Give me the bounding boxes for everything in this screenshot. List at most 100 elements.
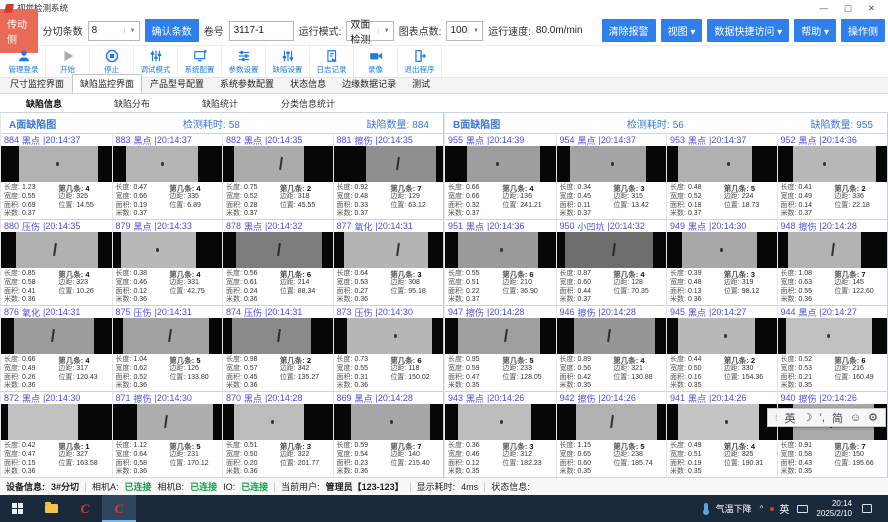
- operator-side-button[interactable]: 操作侧: [841, 19, 885, 42]
- defect-cell[interactable]: 882 黑点 |20:14:35 长度:0.75 宽度:0.52 面积:0.28…: [222, 133, 333, 219]
- defect-thumbnail[interactable]: [1, 318, 112, 354]
- defect-cell[interactable]: 947 擦伤 |20:14:28 长度:0.95 宽度:0.59 面积:0.47…: [445, 305, 556, 391]
- defect-thumbnail[interactable]: [334, 232, 444, 268]
- defect-cell[interactable]: 952 黑点 |20:14:36 长度:0.41 宽度:0.49 面积:0.14…: [777, 133, 888, 219]
- defect-cell[interactable]: 879 黑点 |20:14:33 长度:0.38 宽度:0.46 面积:0.12…: [112, 219, 223, 305]
- defect-thumbnail[interactable]: [1, 146, 112, 182]
- control-bar-button[interactable]: 视图 ▾: [661, 19, 703, 42]
- sub-tab[interactable]: 缺陷统计: [176, 97, 264, 110]
- defect-cell[interactable]: 953 黑点 |20:14:37 长度:0.48 宽度:0.52 面积:0.18…: [666, 133, 777, 219]
- defect-cell[interactable]: 884 黑点 |20:14:37 长度:1.23 宽度:0.55 面积:0.69…: [1, 133, 112, 219]
- defect-thumbnail[interactable]: [445, 318, 556, 354]
- action-center-icon[interactable]: [862, 504, 872, 513]
- ime-toolbar-item[interactable]: ⚙: [868, 411, 878, 424]
- defect-thumbnail[interactable]: [223, 318, 333, 354]
- defect-thumbnail[interactable]: [557, 404, 667, 440]
- defect-thumbnail[interactable]: [778, 232, 888, 268]
- defect-cell[interactable]: 955 黑点 |20:14:39 长度:0.66 宽度:0.66 面积:0.32…: [445, 133, 556, 219]
- defect-thumbnail[interactable]: [778, 318, 888, 354]
- sub-tab[interactable]: 分类信息统计: [264, 97, 352, 110]
- defect-thumbnail[interactable]: [223, 146, 333, 182]
- defect-thumbnail[interactable]: [334, 404, 444, 440]
- toolbar-play-button[interactable]: 开始: [46, 46, 90, 77]
- main-tab[interactable]: 测试: [404, 74, 438, 93]
- defect-cell[interactable]: 941 黑点 |20:14:26 长度:0.49 宽度:0.51 面积:0.19…: [666, 391, 777, 477]
- defect-cell[interactable]: 944 黑点 |20:14:27 长度:0.52 宽度:0.53 面积:0.21…: [777, 305, 888, 391]
- defect-thumbnail[interactable]: [223, 232, 333, 268]
- defect-thumbnail[interactable]: [334, 318, 444, 354]
- toolbar-camera-button[interactable]: 录像: [354, 46, 398, 77]
- close-button[interactable]: ✕: [868, 3, 875, 14]
- defect-cell[interactable]: 942 擦伤 |20:14:26 长度:1.15 宽度:0.65 面积:0.60…: [556, 391, 667, 477]
- touch-keyboard-icon[interactable]: [797, 505, 808, 513]
- minimize-button[interactable]: —: [819, 3, 828, 14]
- defect-cell[interactable]: 876 氧化 |20:14:31 长度:0.66 宽度:0.49 面积:0.26…: [1, 305, 112, 391]
- ime-toolbar-item[interactable]: ’,: [819, 412, 825, 424]
- defect-cell[interactable]: 949 黑点 |20:14:30 长度:0.39 宽度:0.48 面积:0.13…: [666, 219, 777, 305]
- defect-cell[interactable]: 945 黑点 |20:14:27 长度:0.44 宽度:0.50 面积:0.16…: [666, 305, 777, 391]
- sub-tab[interactable]: 缺陷分布: [88, 97, 176, 110]
- defect-cell[interactable]: 878 黑点 |20:14:32 长度:0.56 宽度:0.61 面积:0.24…: [222, 219, 333, 305]
- defect-cell[interactable]: 948 擦伤 |20:14:28 长度:1.08 宽度:0.63 面积:0.55…: [777, 219, 888, 305]
- defect-thumbnail[interactable]: [445, 232, 556, 268]
- defect-thumbnail[interactable]: [113, 146, 223, 182]
- main-tab[interactable]: 产品型号配置: [142, 74, 212, 93]
- defect-thumbnail[interactable]: [557, 146, 667, 182]
- confirm-strip-count-button[interactable]: 确认条数: [145, 19, 199, 42]
- roll-number-input[interactable]: 3117-1: [229, 21, 294, 41]
- toolbar-sliders-v-button[interactable]: 调试模式: [134, 46, 178, 77]
- active-app-button[interactable]: C: [102, 495, 136, 522]
- toolbar-sliders-m-button[interactable]: 缺陷设置: [266, 46, 310, 77]
- defect-cell[interactable]: 870 黑点 |20:14:28 长度:0.51 宽度:0.50 面积:0.20…: [222, 391, 333, 477]
- defect-cell[interactable]: 940 擦伤 |20:14:26 长度:0.91 宽度:0.58 面积:0.43…: [777, 391, 888, 477]
- defect-cell[interactable]: 951 黑点 |20:14:36 长度:0.55 宽度:0.51 面积:0.22…: [445, 219, 556, 305]
- defect-cell[interactable]: 871 擦伤 |20:14:30 长度:1.12 宽度:0.64 面积:0.58…: [112, 391, 223, 477]
- defect-thumbnail[interactable]: [334, 146, 444, 182]
- defect-thumbnail[interactable]: [113, 232, 223, 268]
- defect-cell[interactable]: 875 压伤 |20:14:31 长度:1.04 宽度:0.62 面积:0.52…: [112, 305, 223, 391]
- defect-thumbnail[interactable]: [557, 318, 667, 354]
- defect-thumbnail[interactable]: [667, 146, 777, 182]
- toolbar-sliders-h-button[interactable]: 参数设置: [222, 46, 266, 77]
- defect-thumbnail[interactable]: [1, 404, 112, 440]
- ime-language-indicator[interactable]: 英: [779, 501, 789, 516]
- ime-drag-handle[interactable]: ⁞: [775, 413, 778, 423]
- ime-toolbar-item[interactable]: ☺: [850, 412, 861, 424]
- ime-toolbar-item[interactable]: ☽: [803, 411, 813, 424]
- defect-cell[interactable]: 943 黑点 |20:14:26 长度:0.36 宽度:0.46 面积:0.12…: [445, 391, 556, 477]
- main-tab[interactable]: 系统参数配置: [212, 74, 282, 93]
- clock[interactable]: 20:142025/2/10: [816, 499, 852, 519]
- defect-thumbnail[interactable]: [223, 404, 333, 440]
- defect-cell[interactable]: 946 擦伤 |20:14:28 长度:0.89 宽度:0.56 面积:0.42…: [556, 305, 667, 391]
- toolbar-stop-button[interactable]: 停止: [90, 46, 134, 77]
- toolbar-exit-button[interactable]: 退出程序: [398, 46, 442, 77]
- defect-thumbnail[interactable]: [113, 318, 223, 354]
- defect-thumbnail[interactable]: [113, 404, 223, 440]
- defect-thumbnail[interactable]: [445, 146, 556, 182]
- run-mode-select[interactable]: 双面检测▼: [346, 21, 393, 41]
- defect-cell[interactable]: 872 黑点 |20:14:30 长度:0.42 宽度:0.47 面积:0.15…: [1, 391, 112, 477]
- tray-expand-chevron[interactable]: ^: [760, 504, 764, 513]
- defect-cell[interactable]: 877 氧化 |20:14:31 长度:0.64 宽度:0.53 面积:0.27…: [333, 219, 444, 305]
- main-tab[interactable]: 状态信息: [282, 74, 334, 93]
- app-shortcut-button[interactable]: C: [68, 495, 102, 522]
- ime-toolbar-item[interactable]: 英: [785, 410, 796, 426]
- defect-cell[interactable]: 954 黑点 |20:14:37 长度:0.34 宽度:0.45 面积:0.11…: [556, 133, 667, 219]
- toolbar-log-button[interactable]: 日志记录: [310, 46, 354, 77]
- main-tab[interactable]: 尺寸监控界面: [2, 74, 72, 93]
- ime-toolbar-item[interactable]: 简: [832, 410, 843, 426]
- defect-cell[interactable]: 950 小凹坑 |20:14:32 长度:0.87 宽度:0.60 面积:0.4…: [556, 219, 667, 305]
- defect-cell[interactable]: 883 黑点 |20:14:37 长度:0.47 宽度:0.66 面积:0.19…: [112, 133, 223, 219]
- defect-cell[interactable]: 880 压伤 |20:14:35 长度:0.85 宽度:0.58 面积:0.41…: [1, 219, 112, 305]
- defect-thumbnail[interactable]: [557, 232, 667, 268]
- control-bar-button[interactable]: 数据快捷访问 ▾: [707, 19, 789, 42]
- defect-cell[interactable]: 881 擦伤 |20:14:35 长度:0.92 宽度:0.48 面积:0.33…: [333, 133, 444, 219]
- control-bar-button[interactable]: 清除报警: [602, 19, 656, 42]
- defect-thumbnail[interactable]: [667, 232, 777, 268]
- start-button[interactable]: [0, 495, 34, 522]
- main-tab[interactable]: 缺陷监控界面: [72, 74, 142, 93]
- main-tab[interactable]: 边缘数据记录: [334, 74, 404, 93]
- sub-tab[interactable]: 缺陷信息: [0, 97, 88, 110]
- defect-cell[interactable]: 873 压伤 |20:14:30 长度:0.73 宽度:0.55 面积:0.31…: [333, 305, 444, 391]
- toolbar-monitor-button[interactable]: 系统配置: [178, 46, 222, 77]
